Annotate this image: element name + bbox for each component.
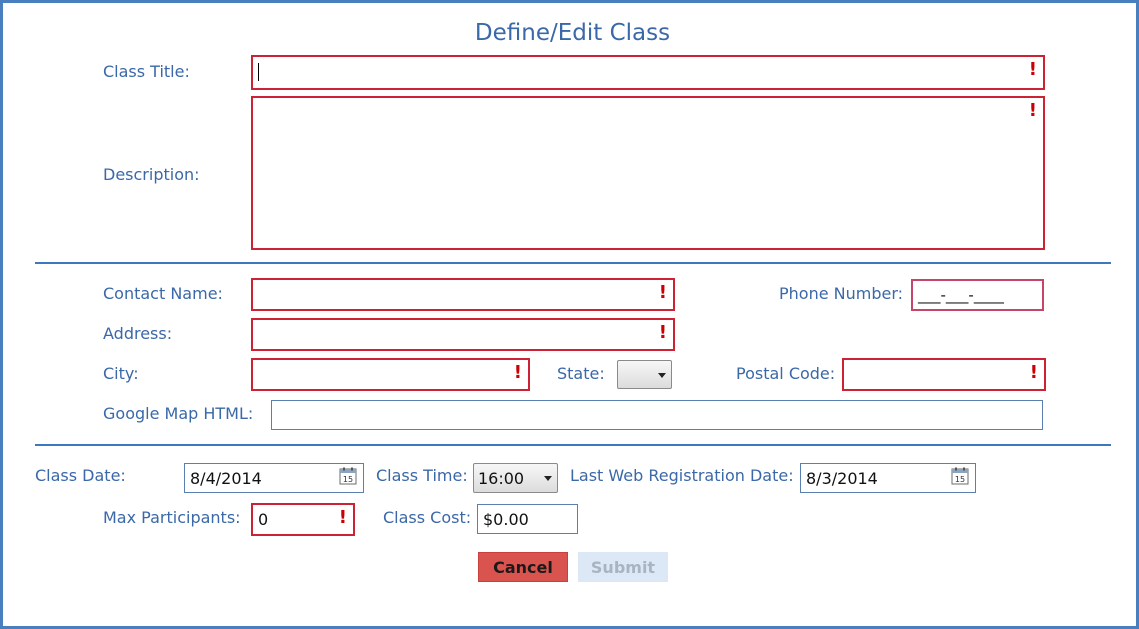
calendar-icon-day: 15 <box>955 475 965 484</box>
phone-number-value: ___-___-____ <box>918 286 1004 304</box>
class-time-label: Class Time: <box>376 466 468 485</box>
description-label: Description: <box>103 165 200 184</box>
state-label: State: <box>557 364 605 383</box>
max-participants-input[interactable]: 0 ! <box>251 503 355 536</box>
class-cost-label: Class Cost: <box>383 508 472 527</box>
phone-number-label: Phone Number: <box>779 284 904 303</box>
chevron-down-icon <box>658 372 666 378</box>
submit-button[interactable]: Submit <box>578 552 668 582</box>
section-divider <box>35 444 1111 446</box>
last-web-registration-date-label: Last Web Registration Date: <box>570 466 794 485</box>
required-icon: ! <box>1028 100 1037 121</box>
max-participants-value: 0 <box>258 510 269 529</box>
class-date-input[interactable]: 8/4/2014 15 <box>184 463 364 493</box>
description-textarea[interactable]: ! <box>251 96 1045 250</box>
last-web-registration-date-input[interactable]: 8/3/2014 15 <box>800 463 976 493</box>
dialog-window: Define/Edit Class Class Title: ! Descrip… <box>0 0 1139 629</box>
address-label: Address: <box>103 324 173 343</box>
calendar-icon-day: 15 <box>343 475 353 484</box>
required-icon: ! <box>1028 59 1037 80</box>
cancel-button[interactable]: Cancel <box>478 552 568 582</box>
contact-name-input[interactable]: ! <box>251 278 675 311</box>
address-input[interactable]: ! <box>251 318 675 351</box>
postal-code-input[interactable]: ! <box>842 358 1046 391</box>
class-title-label: Class Title: <box>103 62 190 81</box>
class-date-label: Class Date: <box>35 466 126 485</box>
section-divider <box>35 262 1111 264</box>
postal-code-label: Postal Code: <box>736 364 836 383</box>
calendar-icon[interactable]: 15 <box>951 467 969 485</box>
required-icon: ! <box>1029 362 1038 383</box>
phone-number-input[interactable]: ___-___-____ <box>911 279 1044 311</box>
required-icon: ! <box>658 322 667 343</box>
dialog-title: Define/Edit Class <box>474 20 671 46</box>
state-select[interactable] <box>617 360 672 389</box>
class-cost-value: $0.00 <box>483 509 529 529</box>
chevron-down-icon <box>544 476 552 481</box>
required-icon: ! <box>513 362 522 383</box>
max-participants-label: Max Participants: <box>103 508 241 527</box>
text-cursor <box>258 63 259 81</box>
contact-name-label: Contact Name: <box>103 284 223 303</box>
class-cost-input[interactable]: $0.00 <box>477 504 578 534</box>
calendar-icon[interactable]: 15 <box>339 467 357 485</box>
last-web-registration-date-value: 8/3/2014 <box>806 468 878 488</box>
required-icon: ! <box>658 282 667 303</box>
google-map-html-input[interactable] <box>271 400 1043 430</box>
class-time-value: 16:00 <box>478 468 525 488</box>
class-title-input[interactable]: ! <box>251 55 1045 90</box>
google-map-html-label: Google Map HTML: <box>103 404 254 423</box>
city-label: City: <box>103 364 139 383</box>
class-time-select[interactable]: 16:00 <box>473 463 558 493</box>
class-date-value: 8/4/2014 <box>190 468 262 488</box>
city-input[interactable]: ! <box>251 358 530 391</box>
required-icon: ! <box>338 507 347 528</box>
